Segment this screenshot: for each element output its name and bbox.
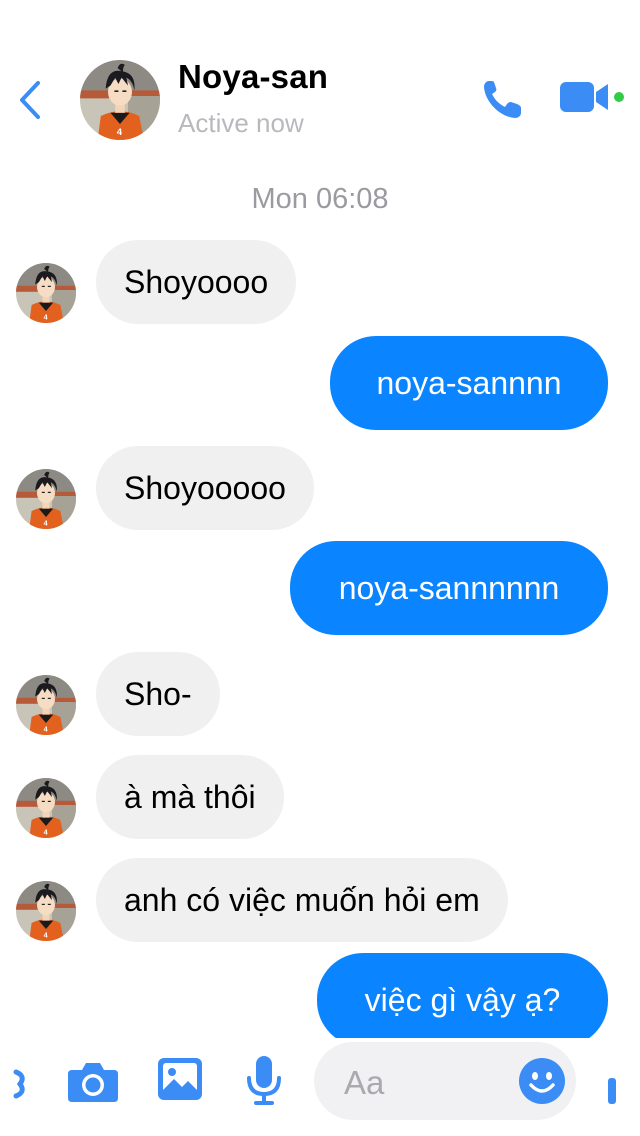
camera-button[interactable] <box>66 1058 120 1106</box>
back-button[interactable] <box>14 78 48 122</box>
incoming-message-bubble[interactable]: Sho- <box>96 652 220 736</box>
like-button[interactable] <box>604 1076 618 1106</box>
sender-avatar[interactable] <box>16 263 76 323</box>
outgoing-message-bubble[interactable]: việc gì vậy ạ? <box>317 953 608 1047</box>
more-icon <box>13 1069 25 1099</box>
microphone-icon <box>247 1056 281 1105</box>
more-actions-button[interactable] <box>10 1062 30 1106</box>
incoming-message-bubble[interactable]: anh có việc muốn hỏi em <box>96 858 508 942</box>
sender-avatar[interactable] <box>16 469 76 529</box>
contact-name[interactable]: Noya-san <box>178 58 328 96</box>
camera-icon <box>68 1063 118 1102</box>
input-placeholder: Aa <box>344 1064 385 1101</box>
image-icon <box>158 1058 202 1100</box>
outgoing-message-bubble[interactable]: noya-sannnn <box>330 336 608 430</box>
video-call-button[interactable] <box>558 78 624 118</box>
contact-avatar[interactable] <box>80 60 160 140</box>
chat-header: Noya-san Active now <box>0 0 640 170</box>
sender-avatar[interactable] <box>16 881 76 941</box>
back-chevron-icon <box>20 81 40 119</box>
active-status: Active now <box>178 108 304 138</box>
online-dot <box>614 92 624 102</box>
voice-message-button[interactable] <box>244 1054 284 1108</box>
emoji-icon <box>519 1058 565 1104</box>
sender-avatar[interactable] <box>16 675 76 735</box>
thumbs-up-icon <box>608 1078 616 1104</box>
incoming-message-bubble[interactable]: à mà thôi <box>96 755 284 839</box>
message-input[interactable]: Aa <box>314 1042 576 1120</box>
gallery-button[interactable] <box>156 1056 204 1102</box>
phone-icon <box>484 81 521 118</box>
audio-call-button[interactable] <box>480 76 526 122</box>
incoming-message-bubble[interactable]: Shoyoooo <box>96 240 297 324</box>
sender-avatar[interactable] <box>16 778 76 838</box>
video-camera-icon <box>560 82 624 112</box>
message-timestamp: Mon 06:08 <box>251 183 389 215</box>
incoming-message-bubble[interactable]: Shoyooooo <box>96 446 314 530</box>
emoji-button[interactable] <box>518 1057 566 1105</box>
outgoing-message-bubble[interactable]: noya-sannnnnn <box>290 541 608 635</box>
